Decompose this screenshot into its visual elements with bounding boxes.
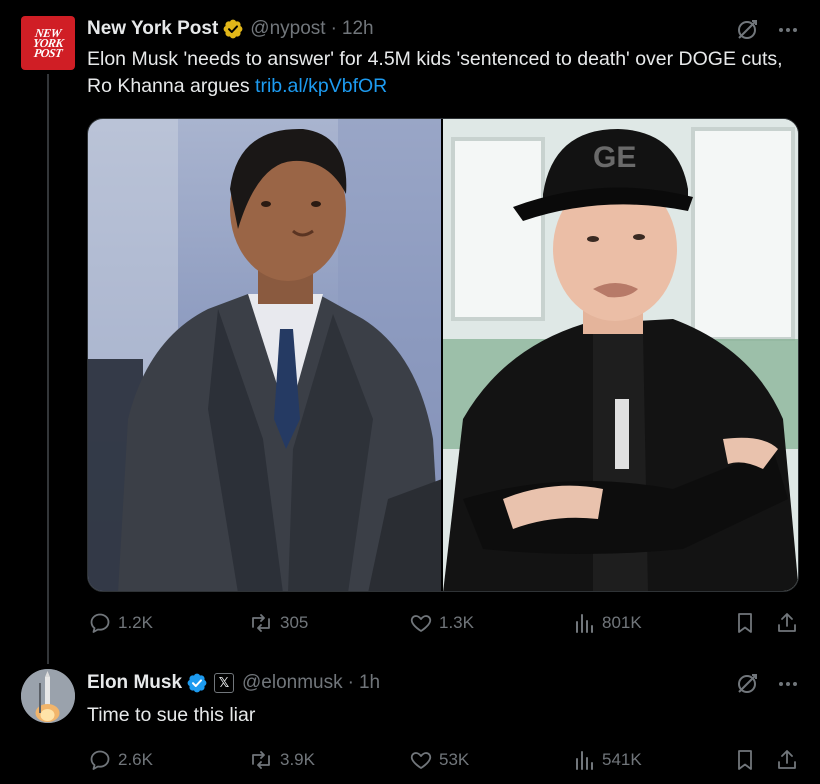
photo-elon-musk[interactable]: GE xyxy=(443,119,798,591)
reply-button[interactable]: 2.6K xyxy=(88,748,153,772)
tweet-actions: 1.2K 305 1.3K 801K xyxy=(88,611,800,635)
like-count: 53K xyxy=(439,750,470,769)
x-affiliation-badge[interactable]: 𝕏 xyxy=(214,673,235,693)
ro-khanna-illustration xyxy=(88,119,441,591)
repost-count: 305 xyxy=(280,613,309,632)
tweet-top-actions xyxy=(736,673,798,695)
author-handle[interactable]: @nypost xyxy=(250,18,325,40)
share-icon xyxy=(778,750,796,769)
avatar-logo-text-3: POST xyxy=(33,46,63,60)
tweet-header: New York Post @nypost · 12h xyxy=(87,17,374,41)
avatar[interactable]: NEW YORK POST xyxy=(21,16,75,70)
grok-icon[interactable] xyxy=(736,673,758,695)
views-icon xyxy=(576,751,593,770)
tweet-header: Elon Musk 𝕏 @elonmusk · 1h xyxy=(87,671,380,695)
heart-icon xyxy=(410,752,432,769)
timestamp[interactable]: 12h xyxy=(342,18,374,40)
repost-icon xyxy=(252,614,270,632)
views-count: 541K xyxy=(602,750,642,769)
reply-button[interactable]: 1.2K xyxy=(88,611,153,635)
tweet-media[interactable]: GE xyxy=(87,118,799,592)
repost-button[interactable]: 305 xyxy=(248,611,308,635)
share-button[interactable] xyxy=(776,748,798,772)
elon-musk-illustration: GE xyxy=(443,119,798,591)
reply-count: 2.6K xyxy=(118,750,153,769)
tweet[interactable]: NEW YORK POST New York Post @nypost · 12… xyxy=(0,0,820,664)
author-name[interactable]: Elon Musk xyxy=(87,672,182,694)
tweet-link[interactable]: trib.al/kpVbfOR xyxy=(255,75,387,97)
like-count: 1.3K xyxy=(439,613,474,632)
views-button[interactable]: 801K xyxy=(574,611,642,635)
rocket-launch-image xyxy=(21,669,75,723)
like-button[interactable]: 1.3K xyxy=(409,611,474,635)
repost-count: 3.9K xyxy=(280,750,315,769)
separator-dot: · xyxy=(330,18,337,39)
gold-verified-icon xyxy=(222,18,244,40)
bookmark-button[interactable] xyxy=(734,748,756,772)
repost-icon xyxy=(252,751,270,769)
heart-icon xyxy=(410,615,432,632)
views-button[interactable]: 541K xyxy=(574,748,642,772)
reply-icon xyxy=(90,613,110,633)
tweet-actions: 2.6K 3.9K 53K 541K xyxy=(88,748,800,772)
tweet-text-content: Elon Musk 'needs to answer' for 4.5M kid… xyxy=(87,48,783,97)
share-icon xyxy=(778,613,796,632)
tweet-top-actions xyxy=(736,19,798,41)
tweet-text-content: Time to sue this liar xyxy=(87,704,256,726)
views-count: 801K xyxy=(602,613,642,632)
grok-icon[interactable] xyxy=(736,19,758,41)
bookmark-icon xyxy=(738,613,752,633)
like-button[interactable]: 53K xyxy=(409,748,469,772)
separator-dot: · xyxy=(347,672,354,693)
share-button[interactable] xyxy=(776,611,798,635)
bookmark-icon xyxy=(738,750,752,770)
cap-text: GE xyxy=(593,141,636,174)
more-options-icon[interactable] xyxy=(778,27,798,33)
tweet-text: Time to sue this liar xyxy=(87,702,802,729)
thread-line xyxy=(47,74,49,664)
bookmark-button[interactable] xyxy=(734,611,756,635)
more-options-icon[interactable] xyxy=(778,681,798,687)
repost-button[interactable]: 3.9K xyxy=(248,748,315,772)
blue-verified-icon xyxy=(186,672,208,694)
tweet-text: Elon Musk 'needs to answer' for 4.5M kid… xyxy=(87,46,802,100)
avatar[interactable] xyxy=(21,669,75,723)
reply-icon xyxy=(90,750,110,770)
reply-count: 1.2K xyxy=(118,613,153,632)
photo-ro-khanna[interactable] xyxy=(88,119,441,591)
timestamp[interactable]: 1h xyxy=(359,672,380,694)
author-name[interactable]: New York Post xyxy=(87,18,218,40)
views-icon xyxy=(576,614,593,633)
author-handle[interactable]: @elonmusk xyxy=(242,672,343,694)
